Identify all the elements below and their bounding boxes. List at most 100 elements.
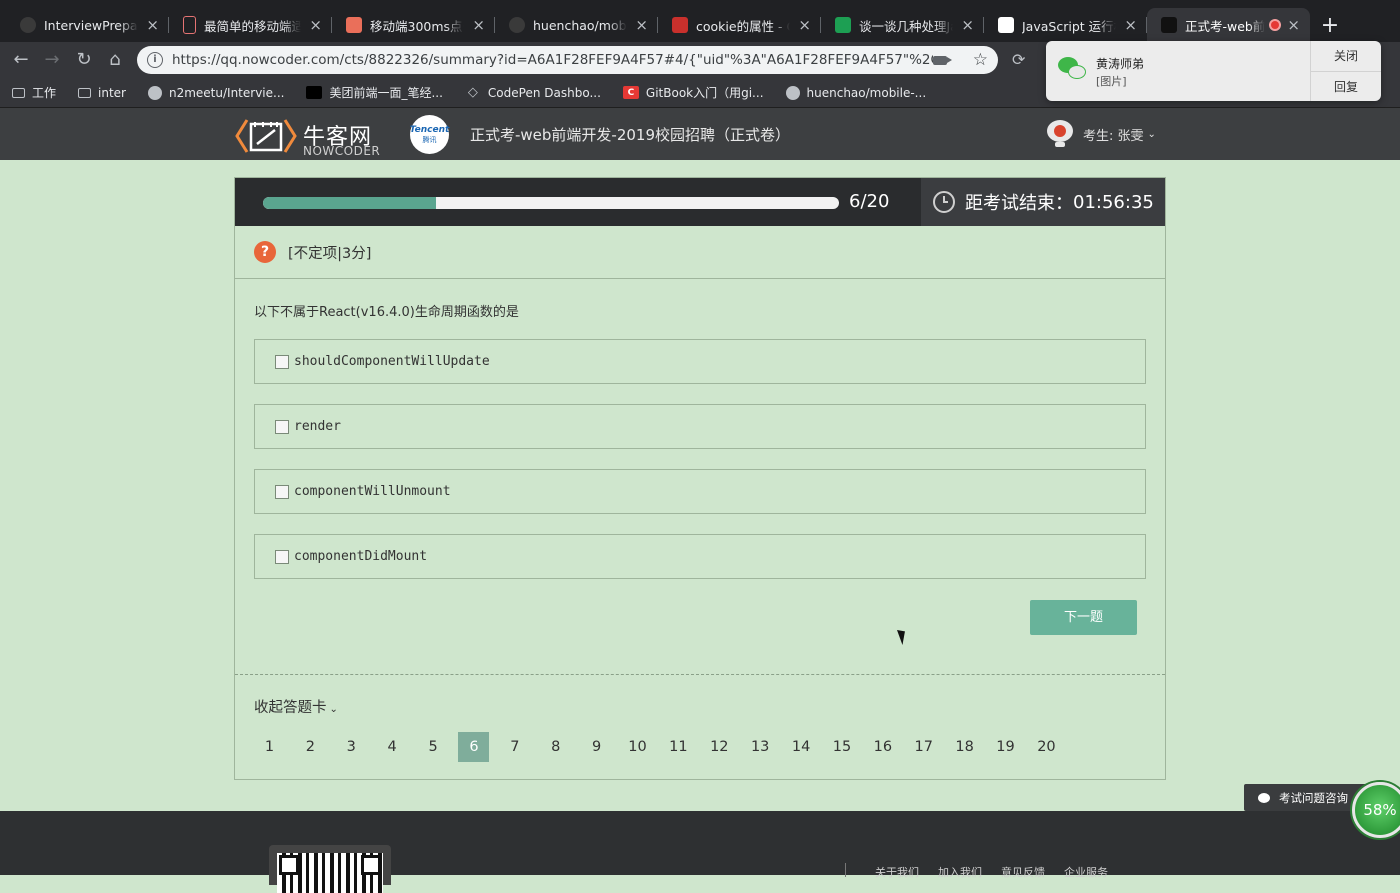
bookmark-label: n2meetu/Intervie... [168,85,285,100]
option-checkbox[interactable] [275,419,289,434]
new-tab-button[interactable]: + [1310,8,1350,42]
browser-tab[interactable]: 谈一谈几种处理Jav × [821,8,984,42]
bookmark-item[interactable]: C GitBook入门（用gi... [622,84,764,101]
question-number-button[interactable]: 8 [540,732,571,762]
juejin-icon [998,17,1014,33]
site-footer: 关于我们 加入我们 意见反馈 企业服务 [0,811,1400,893]
question-mark-icon: ? [254,241,276,263]
notification-reply-button[interactable]: 回复 [1311,71,1381,101]
site-header: 牛客网 NOWCODER Tencent 腾讯 正式考-web前端开发-2019… [0,108,1400,160]
question-number-button[interactable]: 20 [1031,732,1062,762]
nowcoder-icon [306,86,323,99]
answer-card: 1 2 3 4 5 6 7 8 9 10 11 12 13 14 15 16 17 18 19 20 [254,732,1072,762]
question-number-button[interactable]: 7 [499,732,530,762]
tab-close-icon[interactable]: × [1287,16,1300,34]
tab-title: 移动端300ms点击 [370,18,464,34]
option-checkbox[interactable] [275,549,289,564]
question-number-button[interactable]: 16 [867,732,898,762]
browser-tab[interactable]: cookie的属性 - CS × [658,8,821,42]
answer-card-divider [235,674,1165,675]
tab-close-icon[interactable]: × [472,16,485,34]
chevron-down-icon[interactable]: ⌄ [1148,129,1156,140]
camera-icon[interactable] [932,55,952,65]
browser-tab[interactable]: InterviewPreparati × [6,8,169,42]
question-number-button[interactable]: 4 [377,732,408,762]
performance-badge[interactable]: 58% [1352,782,1400,838]
question-number-button[interactable]: 19 [990,732,1021,762]
question-text: 以下不属于React(v16.4.0)生命周期函数的是 [254,305,519,320]
option-3[interactable]: componentWillUnmount [254,469,1146,514]
bookmark-item[interactable]: n2meetu/Intervie... [147,85,285,100]
browser-tab[interactable]: 正式考-web前 × [1147,8,1310,42]
csdn-icon: C [622,86,639,99]
tab-close-icon[interactable]: × [1124,16,1137,34]
bookmark-item[interactable]: 美团前端一面_笔经... [306,84,443,101]
home-icon[interactable]: ⌂ [103,48,127,72]
tab-close-icon[interactable]: × [309,16,322,34]
option-checkbox[interactable] [275,354,289,369]
collapse-label[interactable]: 收起答题卡 [254,700,327,716]
question-number-button[interactable]: 13 [745,732,776,762]
browser-tab[interactable]: 最简单的移动端适配 × [169,8,332,42]
collapse-answer-card-toggle[interactable]: 收起答题卡 ⌄ [254,696,338,717]
bookmark-item[interactable]: inter [78,86,126,100]
bookmark-item[interactable]: huenchao/mobile-... [785,85,927,100]
footer-link[interactable]: 企业服务 [1064,864,1108,880]
browser-tab[interactable]: huenchao/mobile- × [495,8,658,42]
question-number-button[interactable]: 6 [458,732,490,762]
tab-close-icon[interactable]: × [798,16,811,34]
question-number-button[interactable]: 3 [336,732,367,762]
tab-close-icon[interactable]: × [961,16,974,34]
tab-title: 正式考-web前 [1185,18,1266,34]
question-number-button[interactable]: 9 [581,732,612,762]
footer-link[interactable]: 关于我们 [875,864,919,880]
user-label[interactable]: 考生: 张雯 [1083,125,1144,144]
option-1[interactable]: shouldComponentWillUpdate [254,339,1146,384]
footer-link[interactable]: 加入我们 [938,864,982,880]
tab-close-icon[interactable]: × [635,16,648,34]
bookmark-label: huenchao/mobile-... [806,85,927,100]
question-number-button[interactable]: 12 [704,732,735,762]
option-4[interactable]: componentDidMount [254,534,1146,579]
bookmark-item[interactable]: ◇ CodePen Dashbo... [465,85,601,100]
browser-tab[interactable]: 移动端300ms点击 × [332,8,495,42]
question-number-button[interactable]: 10 [622,732,653,762]
extension-icon[interactable]: ⟳ [1012,50,1025,69]
site-info-icon[interactable]: i [147,52,163,68]
progress-fill [263,197,436,209]
reload-icon[interactable]: ↻ [72,48,96,72]
help-label[interactable]: 考试问题咨询 [1279,790,1348,806]
option-2[interactable]: render [254,404,1146,449]
question-number-button[interactable]: 15 [826,732,857,762]
tencent-logo-text: Tencent [409,124,450,135]
nowcoder-logo[interactable]: 牛客网 NOWCODER [233,114,383,158]
browser-tab-bar: InterviewPreparati × 最简单的移动端适配 × 移动端300ms点击 ×… [0,0,1400,42]
wechat-notification[interactable]: 黄涛师弟 [图片] 关闭 回复 [1046,41,1381,101]
url-text[interactable]: https://qq.nowcoder.com/cts/8822326/summ… [172,52,933,68]
browser-tab[interactable]: JavaScript 运行机 × [984,8,1147,42]
bookmark-star-icon[interactable]: ☆ [973,50,988,70]
tab-close-icon[interactable]: × [146,16,159,34]
tab-title: huenchao/mobile- [533,17,627,33]
next-question-button[interactable]: 下一题 [1030,600,1137,635]
question-number-button[interactable]: 5 [418,732,449,762]
chevron-down-icon[interactable]: ⌄ [330,704,338,715]
question-number-button[interactable]: 2 [295,732,326,762]
back-icon[interactable]: ← [9,48,33,72]
question-number-button[interactable]: 18 [949,732,980,762]
forward-icon[interactable]: → [40,48,64,72]
question-number-button[interactable]: 11 [663,732,694,762]
question-number-button[interactable]: 14 [786,732,817,762]
question-number-button[interactable]: 17 [908,732,939,762]
footer-links: 关于我们 加入我们 意见反馈 企业服务 [875,864,1127,880]
clock-icon [933,191,955,213]
user-menu[interactable]: 考生: 张雯 ⌄ [1047,120,1156,148]
bookmark-item[interactable]: 工作 [12,84,56,101]
segmentfault-icon [835,17,851,33]
footer-link[interactable]: 意见反馈 [1001,864,1045,880]
notification-close-button[interactable]: 关闭 [1311,41,1381,71]
option-checkbox[interactable] [275,484,289,499]
question-type: [不定项|3分] [288,246,372,262]
question-number-button[interactable]: 1 [254,732,285,762]
address-bar[interactable]: i https://qq.nowcoder.com/cts/8822326/su… [137,46,998,74]
